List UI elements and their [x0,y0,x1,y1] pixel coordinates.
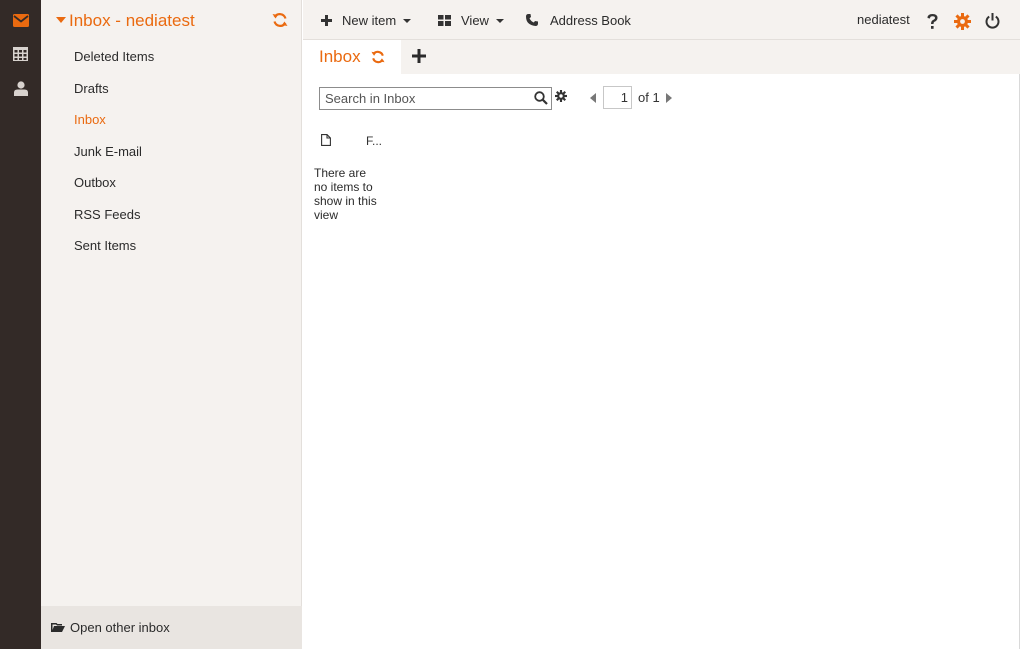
phone-icon [526,14,538,26]
search-box [319,87,552,110]
folder-outbox[interactable]: Outbox [41,167,302,199]
search-options-gear-icon[interactable] [555,90,567,102]
folder-open-icon [51,623,65,632]
message-list-panel: of 1 F... There are no items to show in … [303,74,1020,649]
username-label[interactable]: nediatest [857,0,910,40]
search-icon[interactable] [534,91,549,106]
calendar-icon[interactable] [0,37,41,71]
folder-deleted-items[interactable]: Deleted Items [41,41,302,73]
top-toolbar: New item View Address Book nediatest [303,0,1020,40]
address-book-button[interactable]: Address Book [526,0,631,40]
open-other-inbox-label: Open other inbox [70,620,170,635]
collapse-caret-icon[interactable] [56,17,66,23]
list-column-header: F... [317,132,382,150]
from-column-header[interactable]: F... [366,134,382,148]
empty-list-message: There are no items to show in this view [314,166,377,222]
settings-gear-icon[interactable] [952,11,972,31]
folder-inbox[interactable]: Inbox [41,104,302,136]
view-button[interactable]: View [438,0,504,40]
tab-inbox-label: Inbox [319,47,361,66]
previous-page-icon[interactable] [590,93,596,103]
refresh-folders-icon[interactable] [272,12,290,30]
folder-junk-email[interactable]: Junk E-mail [41,136,302,168]
tab-strip: Inbox [303,40,1020,74]
view-label: View [461,12,489,28]
new-item-label: New item [342,12,397,28]
document-icon[interactable] [321,134,335,148]
folder-rss-feeds[interactable]: RSS Feeds [41,199,302,231]
address-book-label: Address Book [550,12,631,28]
page-number-input[interactable] [603,86,632,109]
refresh-icon[interactable] [371,50,385,64]
next-page-icon[interactable] [666,93,672,103]
folder-header: Inbox - nediatest [41,0,302,42]
page-count-label: of 1 [638,90,660,105]
search-input[interactable] [320,88,530,109]
folder-pane: Inbox - nediatest Deleted Items Drafts I… [41,0,302,649]
mailbox-title[interactable]: Inbox - nediatest [69,11,195,31]
add-tab-icon[interactable] [412,49,430,67]
mail-icon[interactable] [0,3,41,37]
folder-list: Deleted Items Drafts Inbox Junk E-mail O… [41,41,302,262]
contacts-icon[interactable] [0,71,41,105]
help-icon[interactable] [922,11,942,31]
tab-inbox[interactable]: Inbox [303,40,401,74]
chevron-down-icon [495,19,504,23]
app-rail [0,0,41,649]
plus-icon [321,14,332,26]
power-icon[interactable] [982,11,1002,31]
grid-icon [438,14,451,26]
folder-sent-items[interactable]: Sent Items [41,230,302,262]
chevron-down-icon [403,19,412,23]
new-item-button[interactable]: New item [321,0,412,40]
folder-drafts[interactable]: Drafts [41,73,302,105]
open-other-inbox-button[interactable]: Open other inbox [41,606,302,649]
